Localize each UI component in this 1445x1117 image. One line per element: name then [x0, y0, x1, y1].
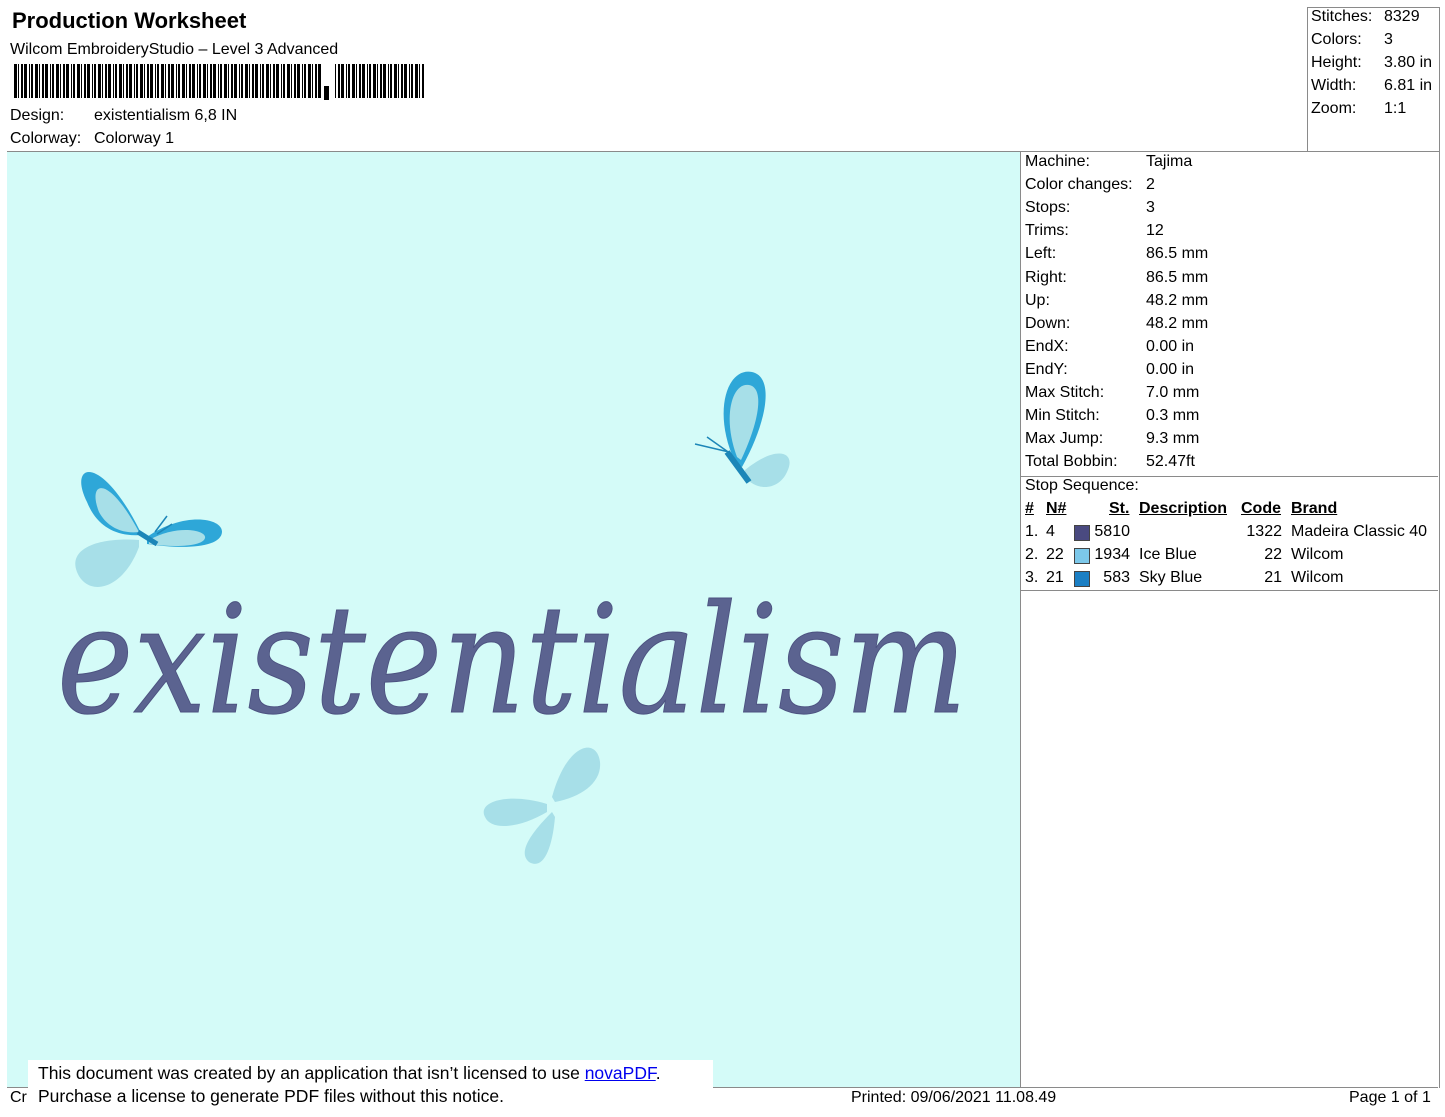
- stop-cell-brand: Wilcom: [1291, 569, 1344, 586]
- summary-value: 1:1: [1384, 100, 1407, 117]
- machine-info-label: Stops:: [1025, 199, 1071, 217]
- design-value: existentialism 6,8 IN: [94, 107, 238, 124]
- stop-cell-num: 2.: [1025, 546, 1039, 563]
- info-panel: [1020, 151, 1440, 1088]
- machine-info-label: Color changes:: [1025, 176, 1133, 194]
- summary-label: Zoom:: [1311, 100, 1357, 117]
- summary-label: Height:: [1311, 54, 1362, 71]
- colorway-value: Colorway 1: [94, 130, 175, 147]
- summary-label: Stitches:: [1311, 8, 1373, 25]
- notice-line-1: This document was created by an applicat…: [38, 1062, 703, 1085]
- col-st-header: St.: [1109, 500, 1130, 517]
- stop-cell-brand: Madeira Classic 40: [1291, 523, 1428, 540]
- summary-value: 3.80 in: [1384, 54, 1433, 71]
- worksheet-title: Production Worksheet: [12, 8, 247, 33]
- summary-value: 3: [1384, 31, 1393, 48]
- col-num-header: #: [1025, 500, 1034, 517]
- machine-info-value: 86.5 mm: [1146, 245, 1209, 263]
- stop-cell-n: 22: [1046, 546, 1064, 563]
- machine-info-label: Up:: [1025, 291, 1050, 309]
- stop-cell-st: 583: [1103, 569, 1130, 586]
- col-code-header: Code: [1241, 500, 1281, 517]
- machine-info-value: 0.3 mm: [1146, 407, 1200, 425]
- machine-info-value: 3: [1146, 199, 1155, 217]
- stop-cell-code: 22: [1264, 546, 1282, 563]
- stop-cell-num: 3.: [1025, 569, 1039, 586]
- butterfly-bottom-icon: [483, 747, 601, 864]
- novapdf-link[interactable]: novaPDF: [585, 1063, 656, 1083]
- machine-info-label: EndX:: [1025, 337, 1069, 355]
- col-brand-header: Brand: [1291, 500, 1338, 517]
- stop-sequence-title: Stop Sequence:: [1025, 477, 1139, 494]
- embroidery-preview: existentialism: [57, 371, 968, 864]
- machine-info-value: 12: [1146, 222, 1164, 240]
- stop-cell-desc: Sky Blue: [1139, 569, 1203, 586]
- machine-info-label: Max Jump:: [1025, 430, 1104, 448]
- summary-label: Width:: [1311, 77, 1357, 94]
- notice-period: .: [655, 1063, 661, 1083]
- stop-cell-code: 1322: [1246, 523, 1282, 540]
- machine-info-value: 0.00 in: [1146, 360, 1195, 378]
- machine-info-value: 86.5 mm: [1146, 268, 1209, 286]
- machine-info-value: Tajima: [1146, 153, 1193, 170]
- summary-label: Colors:: [1311, 31, 1362, 48]
- butterfly-top-icon: [694, 371, 790, 488]
- machine-info-value: 48.2 mm: [1146, 314, 1209, 332]
- machine-info-label: Machine:: [1025, 153, 1090, 170]
- machine-info-value: 7.0 mm: [1146, 384, 1200, 401]
- stop-cell-n: 4: [1046, 523, 1055, 540]
- stop-cell-st: 1934: [1094, 546, 1130, 563]
- stop-cell-num: 1.: [1025, 523, 1039, 540]
- stop-cell-n: 21: [1046, 569, 1064, 586]
- machine-info-label: Max Stitch:: [1025, 384, 1105, 401]
- stop-cell-desc: Ice Blue: [1139, 546, 1197, 563]
- summary-value: 8329: [1384, 8, 1420, 25]
- software-name: Wilcom EmbroideryStudio – Level 3 Advanc…: [10, 41, 339, 58]
- machine-info-label: Trims:: [1025, 222, 1069, 240]
- machine-info-value: 52.47ft: [1146, 453, 1195, 471]
- design-text: existentialism: [57, 574, 967, 748]
- design-preview: existentialism: [7, 152, 1020, 1087]
- machine-info-label: Right:: [1025, 268, 1067, 286]
- stop-cell-code: 21: [1264, 569, 1282, 586]
- page-number: Page 1 of 1: [1349, 1089, 1431, 1106]
- colorway-label: Colorway:: [10, 130, 82, 147]
- machine-info-value: 2: [1146, 176, 1155, 194]
- barcode-image: [14, 64, 424, 100]
- stop-divider: [1020, 590, 1438, 591]
- col-n-header: N#: [1046, 500, 1067, 517]
- machine-info-value: 9.3 mm: [1146, 430, 1200, 448]
- stop-cell-brand: Wilcom: [1291, 546, 1344, 563]
- summary-value: 6.81 in: [1384, 77, 1433, 94]
- license-notice: This document was created by an applicat…: [28, 1060, 713, 1113]
- machine-info-label: Down:: [1025, 314, 1071, 332]
- stop-cell-st: 5810: [1094, 523, 1130, 540]
- printed-date: Printed: 09/06/2021 11.08.49: [851, 1089, 1057, 1106]
- color-swatch: [1074, 571, 1090, 587]
- butterfly-left-icon: [75, 471, 222, 587]
- design-label: Design:: [10, 107, 65, 124]
- notice-text-1: This document was created by an applicat…: [38, 1063, 585, 1083]
- machine-info-label: Min Stitch:: [1025, 407, 1100, 425]
- machine-info-label: EndY:: [1025, 360, 1068, 378]
- col-desc-header: Description: [1139, 500, 1228, 517]
- machine-info-value: 48.2 mm: [1146, 291, 1209, 309]
- machine-info-value: 0.00 in: [1146, 337, 1195, 355]
- machine-info-label: Total Bobbin:: [1025, 453, 1118, 471]
- notice-line-2: Purchase a license to generate PDF files…: [38, 1086, 504, 1106]
- color-swatch: [1074, 548, 1090, 564]
- color-swatch: [1074, 525, 1090, 541]
- footer-partial-text: Cr: [10, 1089, 27, 1106]
- machine-info-label: Left:: [1025, 245, 1057, 263]
